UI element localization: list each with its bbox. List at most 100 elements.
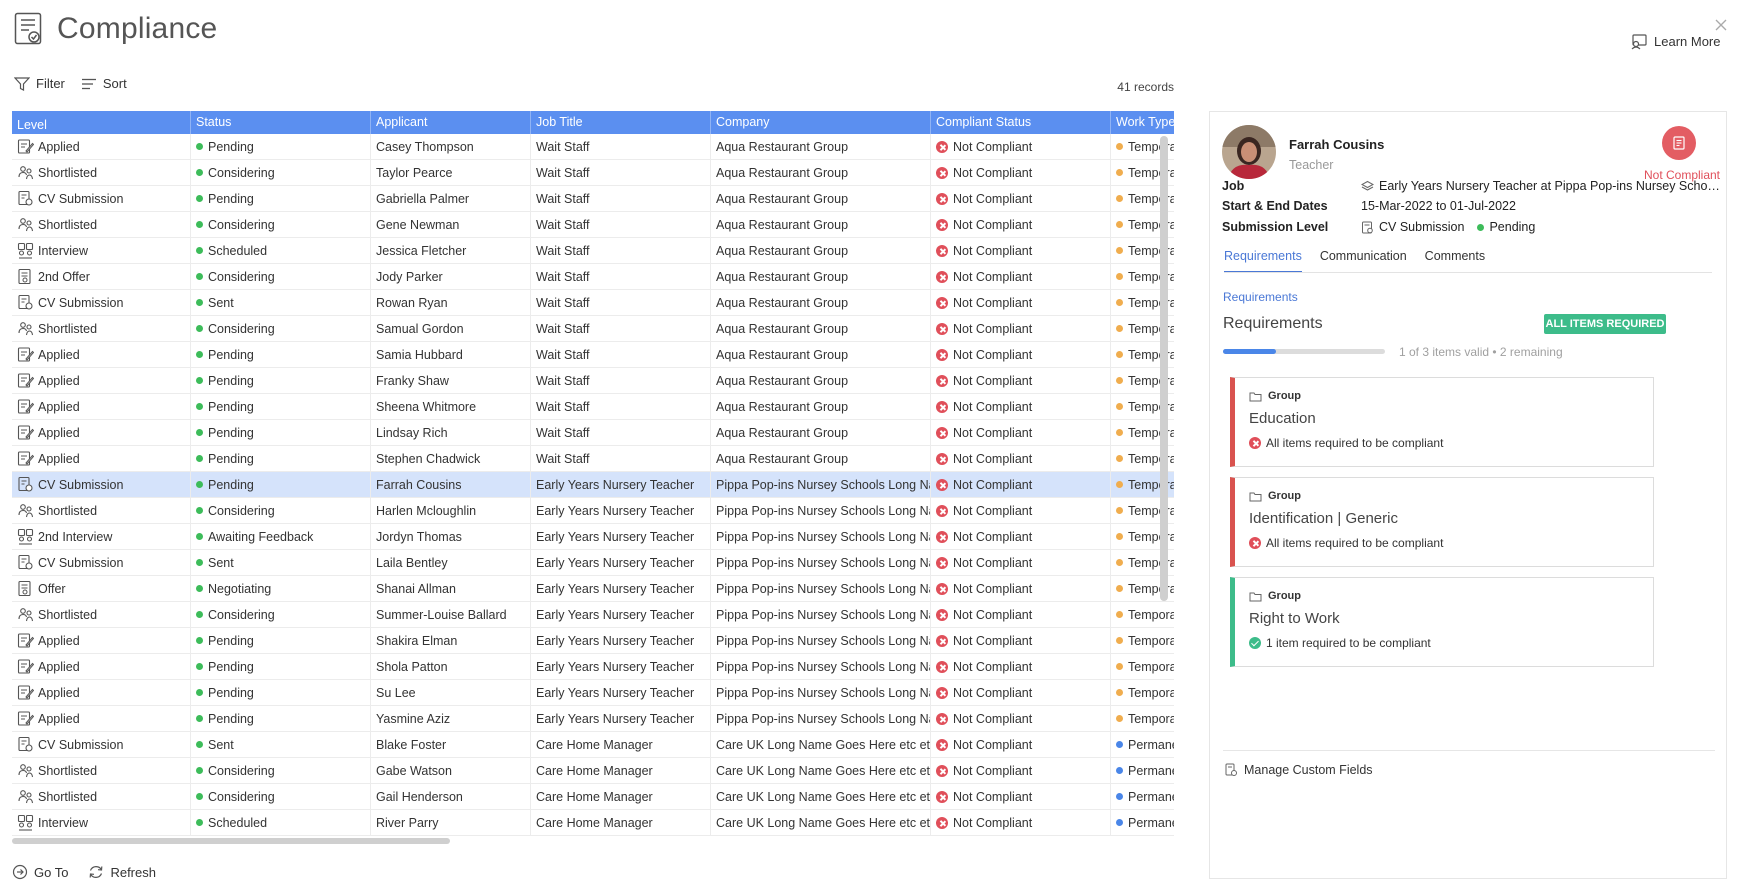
- sort-button[interactable]: Sort: [81, 76, 127, 91]
- table-row[interactable]: Applied Pending Shakira Elman Early Years N…: [12, 628, 1174, 654]
- learn-more-button[interactable]: Learn More: [1630, 32, 1720, 50]
- cell-compliant-status: Not Compliant: [931, 628, 1111, 653]
- table-row[interactable]: CV Submission Sent Rowan Ryan Wait Staff Aqu…: [12, 290, 1174, 316]
- cell-status: Pending: [191, 134, 371, 159]
- column-header-level[interactable]: Level: [12, 111, 191, 134]
- cell-applicant: Shola Patton: [371, 654, 531, 679]
- table-row[interactable]: CV Submission Pending Gabriella Palmer Wait…: [12, 186, 1174, 212]
- shortlisted-icon: [17, 502, 34, 519]
- work-type-dot: [1116, 351, 1123, 358]
- cell-company: Pippa Pop-ins Nursey Schools Long Name: [711, 472, 931, 497]
- compliant-text: Not Compliant: [953, 192, 1033, 206]
- job-value[interactable]: Early Years Nursery Teacher at Pippa Pop…: [1361, 179, 1721, 193]
- submission-level: CV Submission: [1379, 220, 1465, 234]
- cell-compliant-status: Not Compliant: [931, 576, 1111, 601]
- cell-company: Care UK Long Name Goes Here etc etc: [711, 758, 931, 783]
- table-row[interactable]: Shortlisted Considering Gabe Watson Care Ho…: [12, 758, 1174, 784]
- table-row[interactable]: CV Submission Pending Farrah Cousins Early …: [12, 472, 1174, 498]
- table-row[interactable]: Interview Scheduled River Parry Care Home M…: [12, 810, 1174, 836]
- column-header-job-title[interactable]: Job Title: [531, 111, 711, 134]
- sort-icon: [81, 78, 96, 89]
- table-row[interactable]: Applied Pending Casey Thompson Wait Staff Aq…: [12, 134, 1174, 160]
- compliant-text: Not Compliant: [953, 244, 1033, 258]
- work-type-dot: [1116, 793, 1123, 800]
- table-row[interactable]: Shortlisted Considering Gail Henderson Care…: [12, 784, 1174, 810]
- cell-level: Interview: [12, 810, 191, 835]
- column-header-status[interactable]: Status: [191, 111, 371, 134]
- all-items-required-badge: ALL ITEMS REQUIRED: [1544, 314, 1666, 334]
- table-row[interactable]: Offer Negotiating Shanai Allman Early Years…: [12, 576, 1174, 602]
- table-row[interactable]: Applied Pending Samia Hubbard Wait Staff Aqu…: [12, 342, 1174, 368]
- cell-company: Aqua Restaurant Group: [711, 160, 931, 185]
- column-header-applicant[interactable]: Applicant: [371, 111, 531, 134]
- refresh-button[interactable]: Refresh: [88, 864, 156, 880]
- dates-label: Start & End Dates: [1222, 199, 1328, 213]
- cell-status: Negotiating: [191, 576, 371, 601]
- requirement-group-card[interactable]: Group Identification | Generic All items…: [1230, 477, 1654, 567]
- table-row[interactable]: Applied Pending Shola Patton Early Years Nu…: [12, 654, 1174, 680]
- cell-compliant-status: Not Compliant: [931, 212, 1111, 237]
- cell-applicant: Gail Henderson: [371, 784, 531, 809]
- table-row[interactable]: Shortlisted Considering Samual Gordon Wait …: [12, 316, 1174, 342]
- cell-compliant-status: Not Compliant: [931, 160, 1111, 185]
- cell-applicant: Samia Hubbard: [371, 342, 531, 367]
- column-header-company[interactable]: Company: [711, 111, 931, 134]
- level-text: Shortlisted: [38, 165, 98, 180]
- cell-company: Pippa Pop-ins Nursey Schools Long Name: [711, 654, 931, 679]
- cell-company: Aqua Restaurant Group: [711, 420, 931, 445]
- goto-label: Go To: [34, 864, 69, 880]
- group-label-text: Group: [1268, 390, 1301, 402]
- status-text: Considering: [208, 166, 275, 180]
- filter-button[interactable]: Filter: [14, 76, 65, 91]
- close-icon[interactable]: [1714, 18, 1728, 32]
- not-compliant-icon: [936, 661, 948, 673]
- requirements-breadcrumb[interactable]: Requirements: [1223, 290, 1298, 304]
- avatar: [1222, 125, 1276, 179]
- requirement-group-card[interactable]: Group Education All items required to be…: [1230, 377, 1654, 467]
- applied-icon: [17, 632, 34, 649]
- cell-company: Care UK Long Name Goes Here etc etc: [711, 810, 931, 835]
- requirement-group-card[interactable]: Group Right to Work 1 item required to b…: [1230, 577, 1654, 667]
- table-row[interactable]: Shortlisted Considering Taylor Pearce Wait …: [12, 160, 1174, 186]
- compliant-text: Not Compliant: [953, 530, 1033, 544]
- vertical-scrollbar[interactable]: [1160, 136, 1168, 601]
- table-row[interactable]: Interview Scheduled Jessica Fletcher Wait S…: [12, 238, 1174, 264]
- table-row[interactable]: CV Submission Sent Laila Bentley Early Year…: [12, 550, 1174, 576]
- offer-icon: [17, 580, 34, 597]
- cell-compliant-status: Not Compliant: [931, 758, 1111, 783]
- table-row[interactable]: Shortlisted Considering Summer-Louise Ball…: [12, 602, 1174, 628]
- table-row[interactable]: Applied Pending Sheena Whitmore Wait Staff A…: [12, 394, 1174, 420]
- table-row[interactable]: Shortlisted Considering Gene Newman Wait St…: [12, 212, 1174, 238]
- table-row[interactable]: Applied Pending Su Lee Early Years Nursery …: [12, 680, 1174, 706]
- compliant-text: Not Compliant: [953, 270, 1033, 284]
- table-row[interactable]: Applied Pending Yasmine Aziz Early Years Nu…: [12, 706, 1174, 732]
- tab-requirements[interactable]: Requirements: [1224, 249, 1302, 272]
- cell-compliant-status: Not Compliant: [931, 498, 1111, 523]
- work-type-dot: [1116, 741, 1123, 748]
- table-row[interactable]: Applied Pending Franky Shaw Wait Staff Aqua …: [12, 368, 1174, 394]
- learn-more-icon: [1631, 34, 1647, 50]
- table-row[interactable]: Applied Pending Lindsay Rich Wait Staff Aqua…: [12, 420, 1174, 446]
- cell-applicant: Lindsay Rich: [371, 420, 531, 445]
- table-row[interactable]: 2nd Interview Awaiting Feedback Jordyn Tho…: [12, 524, 1174, 550]
- cell-status: Pending: [191, 446, 371, 471]
- cell-level: Shortlisted: [12, 758, 191, 783]
- horizontal-scrollbar[interactable]: [12, 838, 450, 844]
- table-row[interactable]: 2nd Offer Considering Jody Parker Wait Staf…: [12, 264, 1174, 290]
- cell-status: Pending: [191, 628, 371, 653]
- work-type-dot: [1116, 325, 1123, 332]
- table-row[interactable]: Applied Pending Stephen Chadwick Wait Staff…: [12, 446, 1174, 472]
- table-row[interactable]: Shortlisted Considering Harlen Mcloughlin E…: [12, 498, 1174, 524]
- column-header-work-type[interactable]: Work Type: [1111, 111, 1174, 134]
- column-header-compliant-status[interactable]: Compliant Status: [931, 111, 1111, 134]
- manage-custom-fields-button[interactable]: Manage Custom Fields: [1224, 763, 1373, 777]
- goto-button[interactable]: Go To: [12, 864, 68, 880]
- status-dot: [196, 273, 203, 280]
- work-type-dot: [1116, 637, 1123, 644]
- tab-comments[interactable]: Comments: [1425, 249, 1485, 272]
- not-compliant-icon: [936, 167, 948, 179]
- table-row[interactable]: CV Submission Sent Blake Foster Care Home M…: [12, 732, 1174, 758]
- status-text: Pending: [208, 634, 254, 648]
- cell-work-type: Temporary: [1111, 680, 1174, 705]
- tab-communication[interactable]: Communication: [1320, 249, 1407, 272]
